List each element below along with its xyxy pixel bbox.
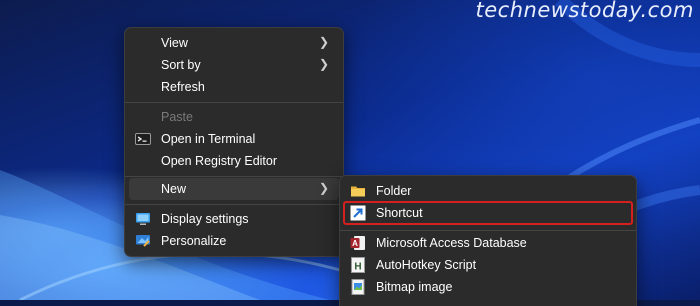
menu-item-label: New	[161, 182, 187, 196]
menu-separator	[125, 102, 343, 103]
chevron-right-icon: ❯	[318, 57, 329, 71]
submenu-item-access-database[interactable]: A Microsoft Access Database	[344, 232, 632, 254]
menu-item-label: View	[161, 36, 188, 50]
submenu-item-bitmap-image[interactable]: Bitmap image	[344, 276, 632, 298]
menu-item-label: Paste	[161, 110, 193, 124]
submenu-item-label: Shortcut	[376, 206, 423, 220]
chevron-right-icon: ❯	[318, 181, 329, 195]
menu-item-sort-by[interactable]: Sort by ❯	[129, 54, 339, 76]
site-watermark: technewstoday.com	[475, 0, 694, 22]
submenu-item-label: Bitmap image	[376, 280, 453, 294]
menu-item-new[interactable]: New ❯	[129, 178, 339, 200]
display-icon	[135, 211, 151, 227]
submenu-item-autohotkey-script[interactable]: H AutoHotkey Script	[344, 254, 632, 276]
menu-item-display-settings[interactable]: Display settings	[129, 208, 339, 230]
desktop-context-menu: View ❯ Sort by ❯ Refresh Paste Open in T…	[124, 27, 344, 257]
menu-separator	[125, 204, 343, 205]
personalize-icon	[135, 233, 151, 249]
submenu-item-label: Folder	[376, 184, 412, 198]
submenu-item-shortcut[interactable]: Shortcut	[343, 201, 633, 225]
svg-text:A: A	[352, 239, 358, 248]
menu-item-personalize[interactable]: Personalize	[129, 230, 339, 252]
menu-item-refresh[interactable]: Refresh	[129, 76, 339, 98]
menu-item-label: Display settings	[161, 212, 249, 226]
folder-icon	[350, 183, 366, 199]
submenu-item-folder[interactable]: Folder	[344, 180, 632, 202]
menu-item-label: Sort by	[161, 58, 201, 72]
shortcut-arrow-icon	[350, 205, 366, 221]
new-submenu: Folder Shortcut A Microsoft Access Datab…	[339, 175, 637, 306]
menu-item-open-registry-editor[interactable]: Open Registry Editor	[129, 150, 339, 172]
terminal-icon	[135, 131, 151, 147]
menu-separator	[340, 230, 636, 231]
menu-item-open-in-terminal[interactable]: Open in Terminal	[129, 128, 339, 150]
menu-item-label: Open in Terminal	[161, 132, 256, 146]
submenu-item-label: AutoHotkey Script	[376, 258, 477, 272]
submenu-item-label: Microsoft Access Database	[376, 236, 527, 250]
menu-item-label: Refresh	[161, 80, 205, 94]
menu-item-label: Open Registry Editor	[161, 154, 278, 168]
menu-item-view[interactable]: View ❯	[129, 32, 339, 54]
bitmap-image-icon	[350, 279, 366, 295]
svg-text:H: H	[354, 262, 361, 273]
menu-item-label: Personalize	[161, 234, 227, 248]
access-database-icon: A	[350, 235, 366, 251]
chevron-right-icon: ❯	[318, 35, 329, 49]
menu-item-paste[interactable]: Paste	[129, 106, 339, 128]
menu-separator	[125, 176, 343, 177]
autohotkey-icon: H	[350, 257, 366, 273]
